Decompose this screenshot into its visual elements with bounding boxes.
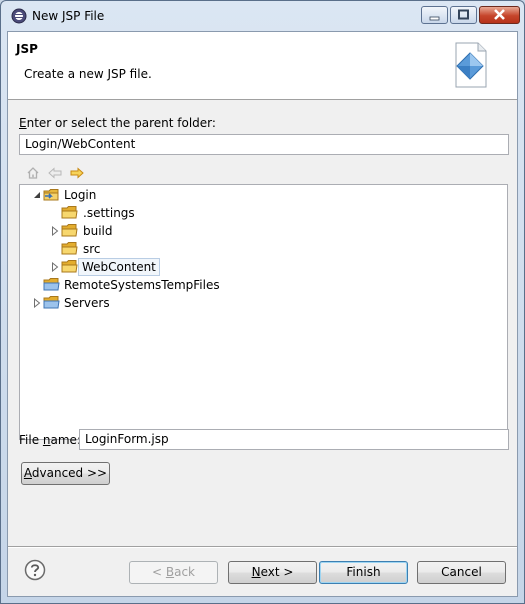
tree-item-label: .settings bbox=[83, 206, 135, 220]
back-button-label-prefix: < bbox=[151, 565, 166, 579]
dialog-window: New JSP File JSP Create a new JSP file. bbox=[0, 0, 525, 604]
next-button-mnemonic: N bbox=[251, 565, 261, 579]
file-name-label-mnemonic: n bbox=[42, 433, 51, 447]
back-button-label: ack bbox=[174, 565, 195, 579]
parent-folder-label: Enter or select the parent folder: bbox=[19, 116, 216, 130]
file-name-label-text-end: ame: bbox=[50, 433, 81, 447]
finish-button[interactable]: Finish bbox=[319, 561, 408, 584]
back-button[interactable]: < Back bbox=[129, 561, 218, 584]
file-name-label: File name: bbox=[19, 433, 81, 447]
advanced-button-label: dvanced >> bbox=[31, 466, 108, 480]
button-bar-separator bbox=[8, 546, 517, 548]
page-title: JSP bbox=[16, 42, 38, 56]
tree-item-label: build bbox=[83, 224, 113, 238]
title-bar[interactable]: New JSP File bbox=[1, 1, 524, 31]
parent-folder-label-text: nter or select the parent folder: bbox=[26, 116, 216, 130]
forward-arrow-icon[interactable] bbox=[70, 166, 84, 180]
tree-item-label: Login bbox=[64, 188, 97, 202]
folder-icon bbox=[61, 206, 78, 219]
close-icon bbox=[494, 9, 505, 20]
dialog-client-area: JSP Create a new JSP file. Enter or sele… bbox=[7, 31, 518, 597]
back-button-mnemonic: B bbox=[165, 565, 175, 579]
tree-item-label: src bbox=[83, 242, 101, 256]
folder-tree[interactable]: Login .settings build src WebContent Rem… bbox=[19, 184, 508, 440]
collapse-arrow-icon[interactable] bbox=[33, 190, 41, 200]
minimize-button[interactable] bbox=[421, 6, 448, 24]
project-icon bbox=[43, 189, 59, 201]
maximize-icon bbox=[458, 9, 469, 20]
tree-item-label: WebContent bbox=[78, 258, 160, 276]
maximize-button[interactable] bbox=[450, 6, 477, 24]
expand-arrow-icon[interactable] bbox=[33, 298, 41, 308]
back-arrow-icon[interactable] bbox=[48, 166, 62, 180]
file-name-input[interactable]: LoginForm.jsp bbox=[79, 429, 509, 450]
parent-folder-input[interactable]: Login/WebContent bbox=[19, 134, 509, 155]
tree-item-label: Servers bbox=[64, 296, 110, 310]
page-description: Create a new JSP file. bbox=[24, 67, 152, 81]
minimize-icon bbox=[429, 16, 440, 21]
folder-icon bbox=[61, 260, 78, 273]
tree-item-label: RemoteSystemsTempFiles bbox=[64, 278, 220, 292]
project-icon bbox=[43, 296, 60, 309]
next-button[interactable]: Next > bbox=[228, 561, 317, 584]
expand-arrow-icon[interactable] bbox=[51, 262, 59, 272]
advanced-button-mnemonic: A bbox=[23, 466, 32, 480]
expand-arrow-icon[interactable] bbox=[51, 226, 59, 236]
parent-folder-label-mnemonic: E bbox=[19, 116, 27, 130]
folder-icon bbox=[61, 242, 78, 255]
window-title: New JSP File bbox=[32, 9, 105, 23]
home-icon[interactable] bbox=[26, 166, 40, 180]
close-button[interactable] bbox=[479, 6, 520, 24]
folder-icon bbox=[61, 224, 78, 237]
eclipse-app-icon bbox=[11, 8, 27, 24]
project-icon bbox=[43, 278, 60, 291]
jsp-file-wizard-icon bbox=[455, 42, 487, 88]
cancel-button[interactable]: Cancel bbox=[417, 561, 506, 584]
advanced-button[interactable]: Advanced >> bbox=[21, 462, 110, 485]
file-name-label-text: File bbox=[19, 433, 43, 447]
next-button-label: ext > bbox=[260, 565, 294, 579]
help-icon[interactable] bbox=[24, 559, 46, 581]
wizard-banner: JSP Create a new JSP file. bbox=[8, 32, 517, 100]
